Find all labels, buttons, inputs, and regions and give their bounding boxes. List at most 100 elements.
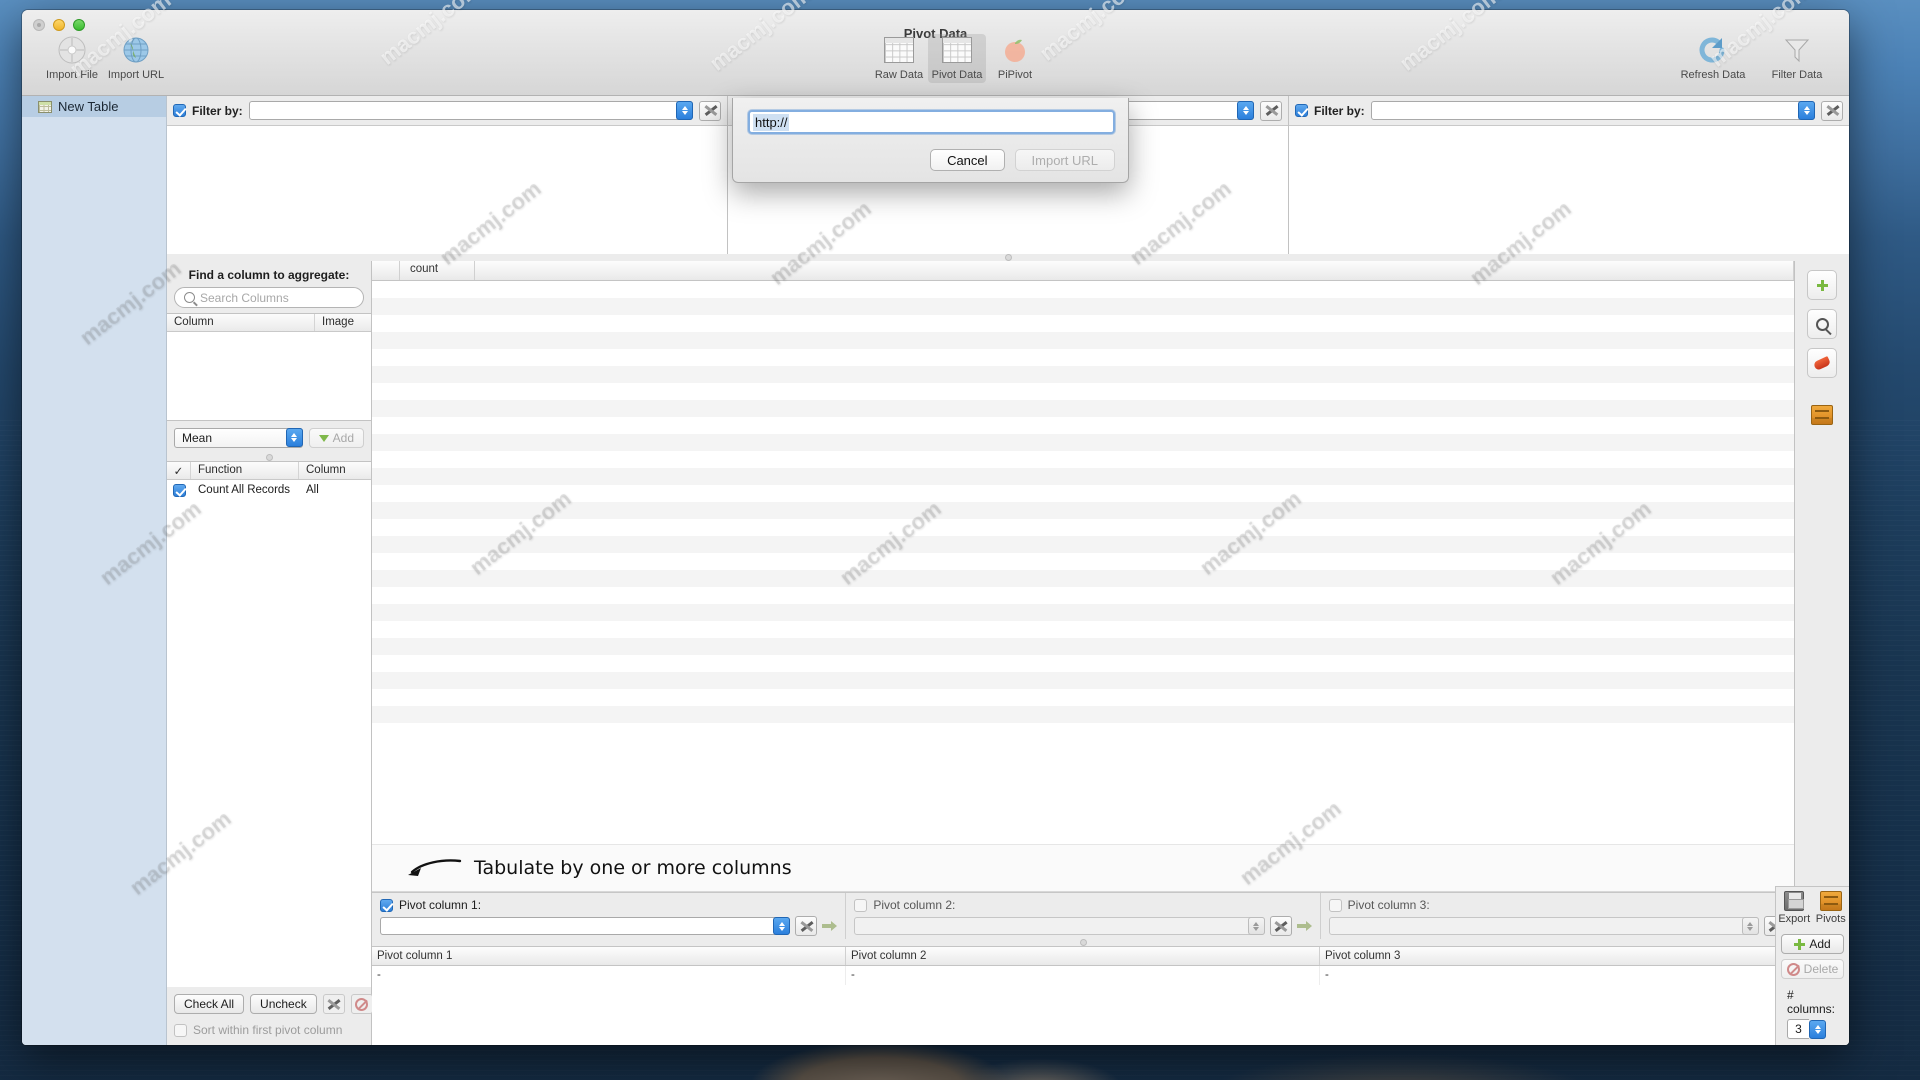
import-url-button[interactable]: Import URL [1014,149,1115,171]
magnifier-plus-icon [1815,317,1829,331]
add-row-button[interactable]: Add [1781,934,1844,954]
pivot-column-2-combo[interactable] [854,917,1265,935]
chevron-updown-icon[interactable] [1247,917,1265,935]
table-row[interactable] [372,621,1794,638]
pivot-column-3-combo[interactable] [1328,917,1759,935]
table-row[interactable] [372,434,1794,451]
sort-within-pivot-checkbox[interactable] [174,1023,187,1037]
pivot-column-2-tools[interactable] [1269,916,1292,936]
pivot-splitter[interactable] [372,939,1794,946]
add-aggregate-button[interactable]: Add [308,428,364,448]
filter-tools-button-2[interactable] [1260,100,1282,121]
table-row[interactable] [372,502,1794,519]
filter-checkbox-3[interactable] [1295,104,1308,117]
table-row[interactable] [372,553,1794,570]
search-columns-input[interactable] [200,290,354,305]
url-input-field[interactable]: http:// [748,110,1115,134]
columns-table-body[interactable] [167,332,371,420]
pivot-column-1-checkbox[interactable] [380,898,393,912]
table-row[interactable] [372,672,1794,689]
delete-row-button[interactable]: Delete [1781,959,1844,979]
toolbar-pivot-data[interactable]: Pivot Data [928,34,986,83]
table-row[interactable] [372,485,1794,502]
pivot-column-1-tools[interactable] [795,916,818,936]
table-row[interactable] [372,281,1794,298]
check-all-button[interactable]: Check All [174,994,245,1014]
aggregate-tools-button[interactable] [322,994,345,1014]
horizontal-splitter[interactable] [167,254,1849,261]
pivot-column-3-checkbox[interactable] [1328,898,1342,912]
table-row[interactable] [372,587,1794,604]
table-row[interactable] [372,315,1794,332]
table-row[interactable] [372,706,1794,723]
table-row[interactable] [372,655,1794,672]
pivot-config-2-controls [854,916,1312,936]
rail-zoom-button[interactable] [1807,309,1837,339]
export-button[interactable]: Export [1776,887,1813,928]
aggregate-splitter[interactable] [167,454,371,461]
table-row[interactable] [372,519,1794,536]
pivot-config-2: Pivot column 2: [846,893,1321,939]
table-row[interactable] [372,570,1794,587]
toolbar-filter-data[interactable]: Filter Data [1759,34,1835,81]
chevron-updown-icon[interactable] [285,428,303,447]
table-row[interactable] [372,298,1794,315]
search-columns-box[interactable] [174,287,364,308]
toolbar-raw-data[interactable]: Raw Data [870,34,928,83]
filter-tools-button-3[interactable] [1821,100,1843,121]
table-row[interactable] [372,383,1794,400]
table-row[interactable] [372,417,1794,434]
chevron-updown-icon[interactable] [1809,1019,1826,1039]
results-rows[interactable] [372,281,1794,844]
add-row-button-label: Add [1809,937,1831,951]
toolbar-import-url[interactable]: Import URL [98,34,174,81]
aggregate-panel: Find a column to aggregate: Column Image [167,261,373,1045]
table-row[interactable]: - - - [372,966,1794,985]
filter-combo-3[interactable] [1370,101,1815,120]
function-row-checkbox[interactable] [172,483,186,497]
uncheck-button[interactable]: Uncheck [250,994,317,1014]
aggregate-clear-button[interactable] [350,994,373,1014]
chevron-updown-icon[interactable] [1237,101,1254,120]
pivots-button[interactable]: Pivots [1813,887,1850,928]
pivot-column-2-checkbox[interactable] [854,898,868,912]
table-row[interactable]: Count All Records All [167,480,371,500]
toolbar-pivot-data-label: Pivot Data [931,69,983,81]
pivot-column-1-move-icon[interactable] [822,920,838,932]
chevron-updown-icon[interactable] [773,917,791,935]
columns-count-stepper[interactable]: 3 [1787,1019,1844,1039]
pivot-column-1-combo[interactable] [380,917,791,935]
filter-combo-1[interactable] [248,101,693,120]
rail-pivots-button[interactable] [1807,400,1837,430]
table-row[interactable] [372,468,1794,485]
chevron-updown-icon[interactable] [676,101,693,120]
ban-icon [1786,962,1800,976]
rail-chili-button[interactable] [1807,348,1837,378]
filter-checkbox-1[interactable] [173,104,186,117]
window-body: New Table Filter by: Filter by: Find a c… [22,96,1849,1045]
rail-add-button[interactable] [1807,270,1837,300]
cancel-button[interactable]: Cancel [930,149,1005,171]
table-row[interactable] [372,332,1794,349]
sidebar-item-new-table[interactable]: New Table [22,96,166,117]
table-row[interactable] [372,638,1794,655]
table-row[interactable] [372,366,1794,383]
toolbar-pipivot[interactable]: PiPivot [986,34,1044,83]
function-select[interactable]: Mean [174,428,303,448]
chevron-updown-icon[interactable] [1741,917,1759,935]
table-row[interactable] [372,400,1794,417]
annotation-banner: Tabulate by one or more columns [372,844,1794,892]
grid-icon [928,34,986,66]
wrench-icon [703,103,718,118]
pivot-column-2-move-icon[interactable] [1296,920,1312,932]
table-row[interactable] [372,604,1794,621]
table-row[interactable] [372,689,1794,706]
table-row[interactable] [372,451,1794,468]
toolbar-refresh-data[interactable]: Refresh Data [1675,34,1751,81]
filter-tools-button-1[interactable] [699,100,721,121]
table-row[interactable] [372,536,1794,553]
function-select-value: Mean [182,431,213,445]
functions-table-body[interactable]: Count All Records All [167,480,371,987]
chevron-updown-icon[interactable] [1798,101,1815,120]
table-row[interactable] [372,349,1794,366]
